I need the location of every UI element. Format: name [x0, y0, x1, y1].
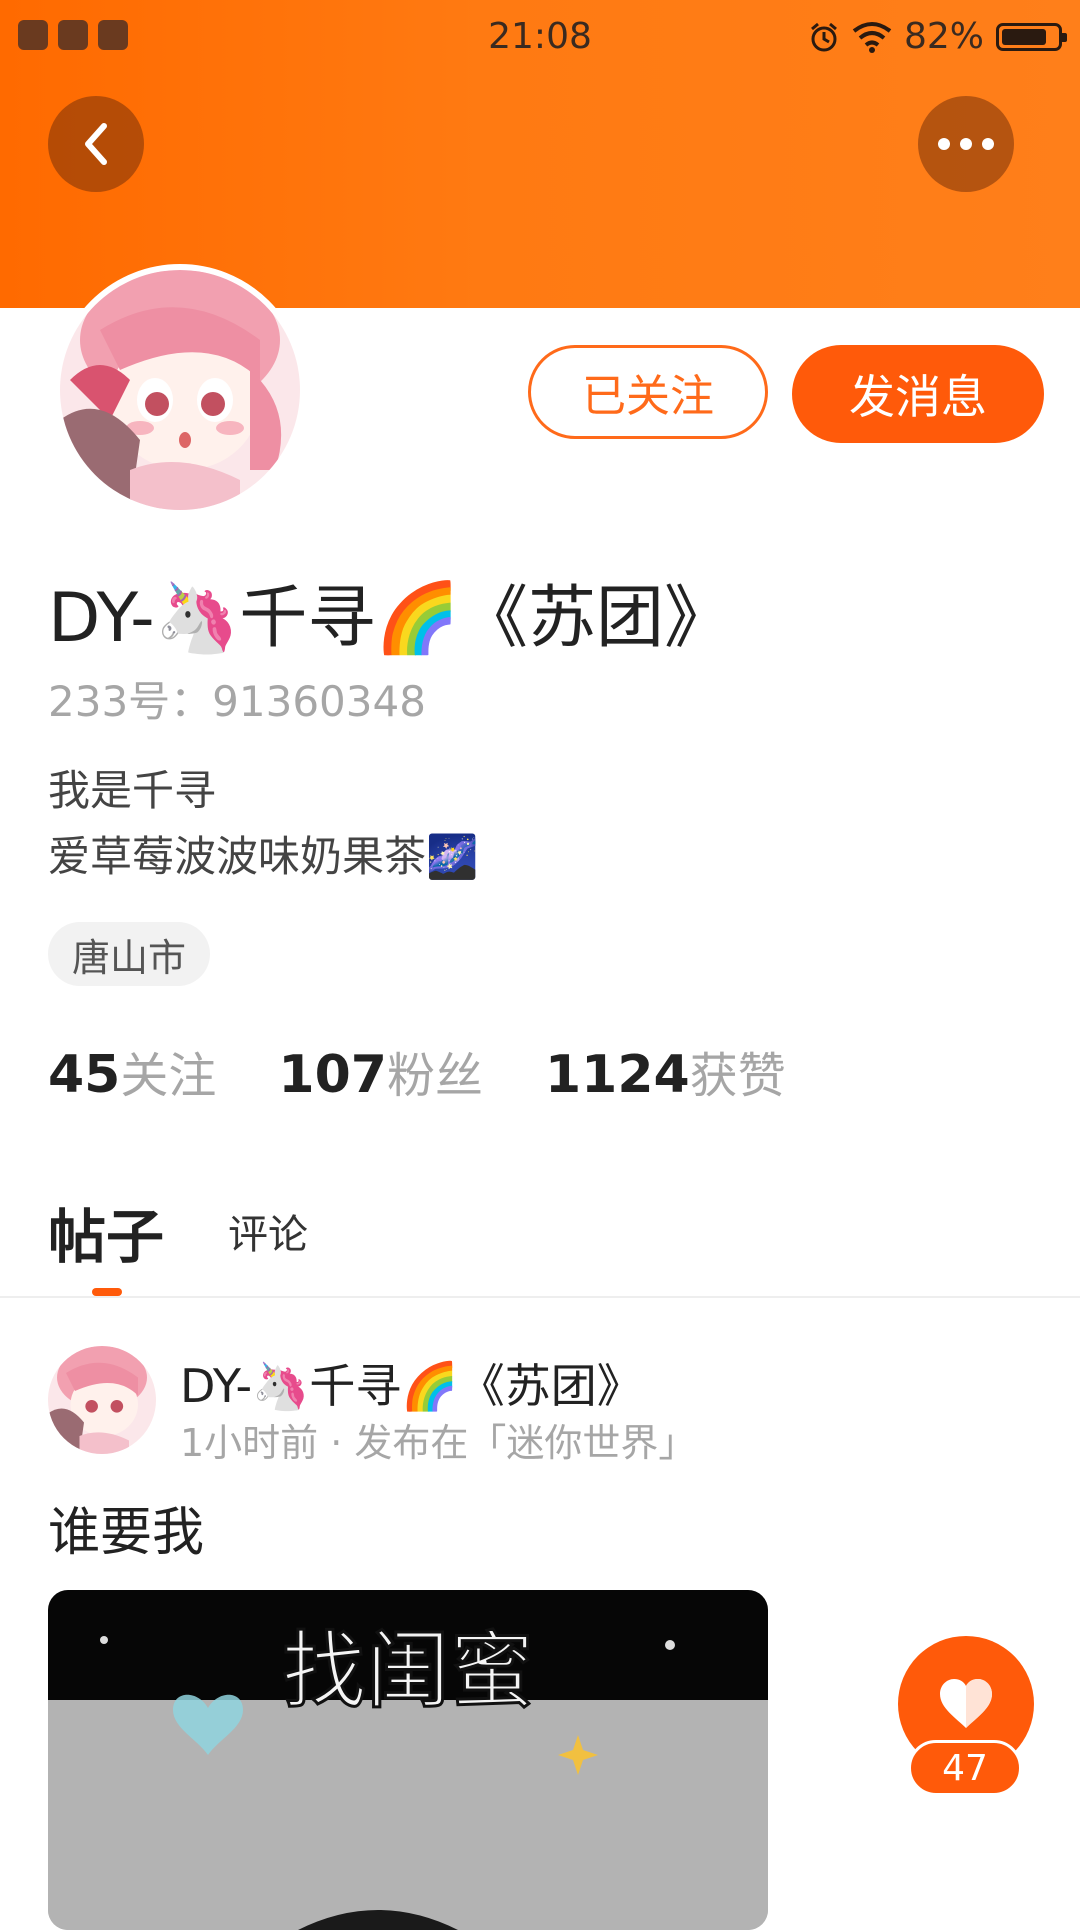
profile-uid: 233号：91360348	[48, 677, 426, 726]
post-image-graphic: 找闺蜜	[48, 1590, 768, 1930]
like-widget: 47	[898, 1636, 1034, 1796]
anime-girl-avatar-image	[60, 270, 300, 510]
send-message-button[interactable]: 发消息	[792, 345, 1044, 443]
post-image[interactable]: 找闺蜜	[48, 1590, 768, 1930]
like-count: 47	[908, 1740, 1022, 1796]
heart-icon	[940, 1679, 992, 1728]
back-button[interactable]	[48, 96, 144, 192]
profile-name: DY-🦄千寻🌈《苏团》	[48, 579, 732, 658]
more-dots-icon	[938, 138, 994, 150]
stat-number: 45	[48, 1045, 121, 1105]
status-bar: 21:08 82%	[0, 0, 1080, 76]
post-meta: 1小时前 · 发布在「迷你世界」	[180, 1421, 697, 1465]
profile-bio: 我是千寻 爱草莓波波味奶果茶🌌	[48, 758, 478, 890]
more-button[interactable]	[918, 96, 1014, 192]
post-text[interactable]: 谁要我	[48, 1490, 204, 1565]
stat-label: 获赞	[689, 1048, 786, 1104]
tab-posts[interactable]: 帖子	[48, 1190, 164, 1274]
battery-icon	[996, 22, 1067, 51]
stat-number: 107	[278, 1045, 387, 1105]
following-stat[interactable]: 45 关注	[48, 1036, 216, 1106]
divider	[0, 1296, 1080, 1298]
likes-stat: 1124 获赞	[545, 1036, 786, 1106]
followers-stat[interactable]: 107 粉丝	[278, 1036, 483, 1106]
chevron-left-icon	[85, 123, 107, 165]
stat-number: 1124	[544, 1045, 690, 1105]
image-caption: 找闺蜜	[282, 1622, 534, 1720]
battery-level	[1002, 28, 1047, 45]
battery-percent: 82%	[903, 16, 984, 57]
bio-line: 我是千寻	[48, 766, 217, 815]
alarm-icon	[811, 22, 837, 51]
post-author-avatar[interactable]	[48, 1346, 156, 1454]
post-author-name[interactable]: DY-🦄千寻🌈《苏团》	[180, 1350, 643, 1416]
tab-comments[interactable]: 评论	[228, 1202, 308, 1260]
location-tag: 唐山市	[48, 922, 211, 986]
profile-avatar[interactable]	[54, 264, 306, 516]
wifi-icon	[852, 21, 892, 53]
stat-label: 粉丝	[386, 1048, 483, 1104]
active-tab-indicator	[92, 1288, 122, 1296]
followed-button[interactable]: 已关注	[528, 345, 768, 439]
status-indicators: 82%	[808, 16, 1067, 57]
bio-line: 爱草莓波波味奶果茶🌌	[48, 832, 479, 881]
anime-girl-avatar-image	[48, 1346, 156, 1454]
profile-stats: 45 关注 107 粉丝 1124 获赞	[48, 1036, 786, 1106]
stat-label: 关注	[120, 1048, 217, 1104]
